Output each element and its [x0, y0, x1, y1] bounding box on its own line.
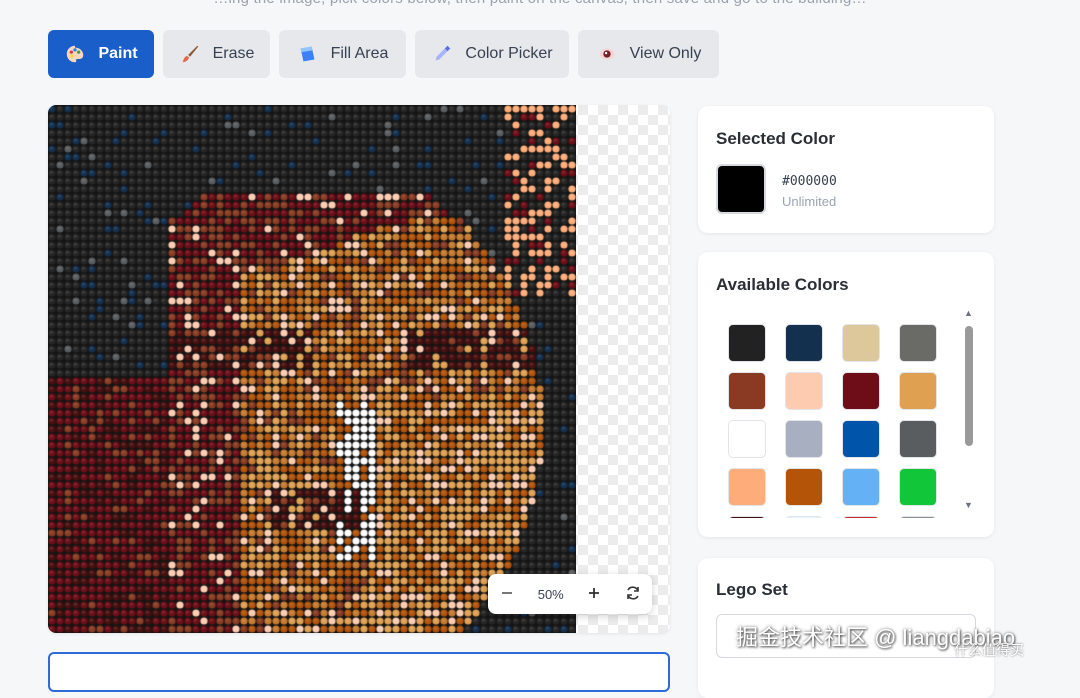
scroll-down-arrow-icon[interactable]: ▼ — [964, 500, 973, 510]
color-swatch[interactable] — [785, 420, 823, 458]
paint-bucket-icon — [300, 46, 315, 62]
selected-color-limit: Unlimited — [782, 194, 837, 209]
color-swatch[interactable] — [842, 516, 880, 518]
color-swatch[interactable] — [899, 324, 937, 362]
color-swatch[interactable] — [842, 324, 880, 362]
instruction-text: …ing the image, pick colors below, then … — [0, 0, 1080, 10]
color-swatch[interactable] — [728, 420, 766, 458]
mosaic-canvas[interactable] — [48, 105, 576, 633]
zoom-level: 50% — [537, 586, 564, 602]
palette-icon — [67, 45, 84, 63]
scroll-up-arrow-icon[interactable]: ▲ — [964, 308, 973, 318]
color-swatch[interactable] — [728, 468, 766, 506]
color-swatch[interactable] — [899, 468, 937, 506]
eye-icon — [599, 48, 614, 60]
reset-zoom-button[interactable] — [625, 585, 641, 604]
minus-icon — [502, 591, 513, 594]
available-colors-title: Available Colors — [716, 275, 849, 294]
color-swatch[interactable] — [728, 324, 766, 362]
mosaic-canvas-area[interactable] — [48, 105, 670, 633]
paint-button[interactable]: Paint — [48, 30, 154, 78]
erase-button[interactable]: Erase — [163, 30, 270, 78]
zoom-out-button[interactable] — [499, 585, 515, 604]
available-colors-panel: Available Colors ▲ ▼ — [698, 252, 994, 537]
eyedropper-icon — [436, 45, 451, 61]
selected-color-hex: #000000 — [782, 174, 837, 189]
watermark-sub-text: 什么值得买 — [954, 642, 1024, 658]
view-only-button-label: View Only — [629, 45, 702, 62]
color-swatch[interactable] — [785, 516, 823, 518]
color-swatch[interactable] — [842, 372, 880, 410]
zoom-controls: 50% — [488, 574, 652, 614]
color-swatch[interactable] — [785, 372, 823, 410]
color-swatch[interactable] — [728, 372, 766, 410]
scrollbar-thumb[interactable] — [965, 326, 973, 446]
color-grid — [716, 308, 968, 518]
plus-icon — [589, 587, 600, 598]
color-swatch[interactable] — [899, 372, 937, 410]
color-swatch[interactable] — [785, 324, 823, 362]
zoom-in-button[interactable] — [586, 585, 602, 604]
fill-area-button[interactable]: Fill Area — [279, 30, 406, 78]
color-swatch[interactable] — [842, 468, 880, 506]
color-swatch[interactable] — [728, 516, 766, 518]
selected-color-panel: Selected Color #000000 Unlimited — [698, 106, 994, 233]
color-grid-scrollbar[interactable]: ▲ ▼ — [964, 308, 974, 518]
view-only-button[interactable]: View Only — [578, 30, 719, 78]
bottom-input-field[interactable] — [48, 652, 670, 692]
selected-color-swatch[interactable] — [716, 164, 766, 214]
color-picker-button-label: Color Picker — [465, 45, 553, 62]
selected-color-title: Selected Color — [716, 129, 836, 148]
brush-icon — [182, 45, 198, 63]
color-picker-button[interactable]: Color Picker — [415, 30, 569, 78]
refresh-icon — [626, 585, 639, 600]
erase-button-label: Erase — [212, 45, 255, 62]
paint-button-label: Paint — [98, 45, 138, 62]
fill-area-button-label: Fill Area — [330, 45, 389, 62]
color-swatch[interactable] — [899, 420, 937, 458]
lego-set-title: Lego Set — [716, 580, 788, 599]
color-swatch[interactable] — [842, 420, 880, 458]
color-swatch[interactable] — [899, 516, 937, 518]
color-swatch[interactable] — [785, 468, 823, 506]
